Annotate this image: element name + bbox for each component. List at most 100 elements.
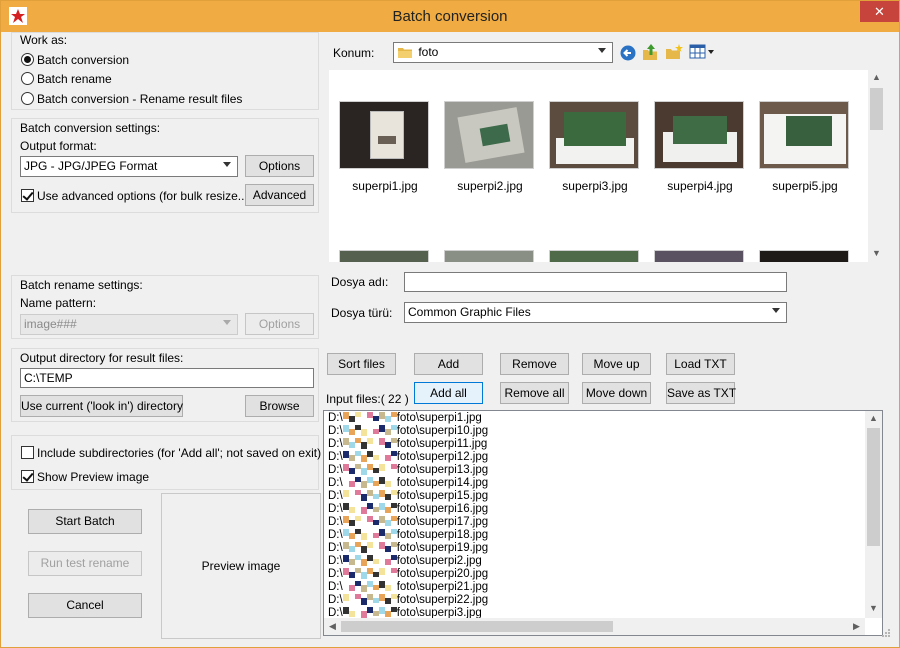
scrollbar-thumb[interactable] [341, 621, 613, 632]
file-path: foto\superpi15.jpg [396, 490, 489, 502]
thumbnail-superpi3[interactable]: superpi3.jpg [549, 101, 641, 193]
file-drive: D:\ [328, 477, 343, 489]
radio-conversion-rename[interactable] [21, 92, 34, 105]
move-up-button[interactable]: Move up [582, 353, 651, 375]
add-button[interactable]: Add [414, 353, 483, 375]
start-batch-button[interactable]: Start Batch [28, 509, 142, 534]
file-list-item[interactable]: D:\ foto\superpi14.jpg [324, 477, 882, 490]
thumbnail-superpi2[interactable]: superpi2.jpg [444, 101, 536, 193]
use-current-directory-button[interactable]: Use current ('look in') directory [20, 395, 183, 417]
rename-options-button[interactable]: Options [245, 313, 314, 335]
location-select[interactable]: foto [393, 42, 613, 63]
scroll-right-icon[interactable]: ▶ [848, 621, 865, 632]
name-pattern-select[interactable]: image### [20, 314, 238, 335]
add-all-button[interactable]: Add all [414, 382, 483, 404]
file-list-item[interactable]: D:\ foto\superpi15.jpg [324, 490, 882, 503]
thumbnail-partial[interactable] [654, 250, 746, 262]
file-list-item[interactable]: D:\ foto\superpi2.jpg [324, 555, 882, 568]
name-pattern-label: Name pattern: [20, 296, 97, 310]
file-path: foto\superpi22.jpg [396, 594, 489, 606]
include-subdirectories-checkbox[interactable] [21, 446, 34, 459]
redacted-path-segment [342, 490, 397, 502]
thumbnail-caption: superpi5.jpg [772, 179, 838, 193]
back-icon[interactable] [620, 45, 636, 61]
cancel-button[interactable]: Cancel [28, 593, 142, 618]
thumbnail-image [339, 101, 429, 169]
file-drive: D:\ [328, 412, 343, 424]
thumbnail-partial[interactable] [339, 250, 431, 262]
thumbnail-image [549, 250, 639, 262]
output-format-select[interactable]: JPG - JPG/JPEG Format [20, 156, 238, 177]
file-list-item[interactable]: D:\ foto\superpi18.jpg [324, 529, 882, 542]
file-drive: D:\ [328, 425, 343, 437]
output-directory-input[interactable]: C:\TEMP [20, 368, 314, 388]
include-subdirectories-label[interactable]: Include subdirectories (for 'Add all'; n… [37, 446, 321, 460]
thumbnail-browser[interactable]: superpi1.jpg superpi2.jpg superpi3.jpg s… [329, 70, 885, 262]
thumbnail-partial[interactable] [759, 250, 851, 262]
scrollbar-thumb[interactable] [867, 428, 880, 546]
scroll-left-icon[interactable]: ◀ [324, 621, 341, 632]
file-list-item[interactable]: D:\ foto\superpi13.jpg [324, 464, 882, 477]
file-list-item[interactable]: D:\ foto\superpi12.jpg [324, 451, 882, 464]
load-txt-button[interactable]: Load TXT [666, 353, 735, 375]
radio-batch-rename[interactable] [21, 72, 34, 85]
radio-batch-conversion-label[interactable]: Batch conversion [37, 53, 129, 67]
close-button[interactable]: ✕ [860, 1, 899, 22]
radio-batch-rename-label[interactable]: Batch rename [37, 72, 112, 86]
scroll-down-icon[interactable]: ▼ [868, 248, 885, 258]
file-list-item[interactable]: D:\ foto\superpi16.jpg [324, 503, 882, 516]
sort-files-button[interactable]: Sort files [327, 353, 396, 375]
resize-grip-icon[interactable] [879, 628, 891, 640]
client-area: Work as: Batch conversion Batch rename B… [9, 32, 893, 641]
advanced-options-checkbox[interactable] [21, 189, 34, 202]
file-list-item[interactable]: D:\ foto\superpi17.jpg [324, 516, 882, 529]
show-preview-checkbox[interactable] [21, 470, 34, 483]
file-drive: D:\ [328, 529, 343, 541]
thumbnail-scrollbar[interactable]: ▲ ▼ [868, 70, 885, 262]
thumbnail-superpi4[interactable]: superpi4.jpg [654, 101, 746, 193]
title-bar[interactable]: Batch conversion ✕ [1, 1, 899, 32]
save-as-txt-button[interactable]: Save as TXT [666, 382, 736, 404]
file-list-item[interactable]: D:\ foto\superpi1.jpg [324, 412, 882, 425]
file-list-hscrollbar[interactable]: ◀ ▶ [324, 618, 865, 635]
scroll-up-icon[interactable]: ▲ [865, 413, 882, 423]
thumbnail-partial[interactable] [444, 250, 536, 262]
file-drive: D:\ [328, 438, 343, 450]
file-path: foto\superpi10.jpg [396, 425, 489, 437]
file-list-item[interactable]: D:\ foto\superpi22.jpg [324, 594, 882, 607]
chevron-down-icon [772, 308, 780, 313]
file-list-item[interactable]: D:\ foto\superpi10.jpg [324, 425, 882, 438]
show-preview-label[interactable]: Show Preview image [37, 470, 149, 484]
file-list-item[interactable]: D:\ foto\superpi19.jpg [324, 542, 882, 555]
browse-button[interactable]: Browse [245, 395, 314, 417]
advanced-options-label[interactable]: Use advanced options (for bulk resize...… [37, 189, 252, 203]
scrollbar-thumb[interactable] [870, 88, 883, 130]
advanced-button[interactable]: Advanced [245, 184, 314, 206]
thumbnail-partial[interactable] [549, 250, 641, 262]
thumbnail-superpi5[interactable]: superpi5.jpg [759, 101, 851, 193]
file-list-item[interactable]: D:\ foto\superpi20.jpg [324, 568, 882, 581]
file-type-select[interactable]: Common Graphic Files [404, 302, 787, 323]
radio-conversion-rename-label[interactable]: Batch conversion - Rename result files [37, 92, 242, 106]
scroll-down-icon[interactable]: ▼ [865, 603, 882, 613]
thumbnail-superpi1[interactable]: superpi1.jpg [339, 101, 431, 193]
input-files-list[interactable]: D:\ foto\superpi1.jpg D:\ foto\superpi10.jp… [323, 410, 883, 636]
thumbnail-caption: superpi2.jpg [457, 179, 523, 193]
redacted-path-segment [342, 594, 397, 606]
new-folder-icon[interactable] [665, 44, 683, 60]
file-list-item[interactable]: D:\ foto\superpi21.jpg [324, 581, 882, 594]
preview-panel: Preview image [161, 493, 321, 639]
file-name-input[interactable] [404, 272, 787, 292]
radio-batch-conversion[interactable] [21, 53, 34, 66]
file-list-vscrollbar[interactable]: ▲ ▼ [865, 411, 882, 618]
scroll-up-icon[interactable]: ▲ [868, 72, 885, 82]
up-folder-icon[interactable] [642, 43, 659, 61]
view-menu-icon[interactable] [689, 44, 715, 60]
file-path: foto\superpi1.jpg [396, 412, 482, 424]
file-list-item[interactable]: D:\ foto\superpi11.jpg [324, 438, 882, 451]
remove-button[interactable]: Remove [500, 353, 569, 375]
remove-all-button[interactable]: Remove all [500, 382, 569, 404]
run-test-rename-button[interactable]: Run test rename [28, 551, 142, 576]
move-down-button[interactable]: Move down [582, 382, 651, 404]
format-options-button[interactable]: Options [245, 155, 314, 177]
